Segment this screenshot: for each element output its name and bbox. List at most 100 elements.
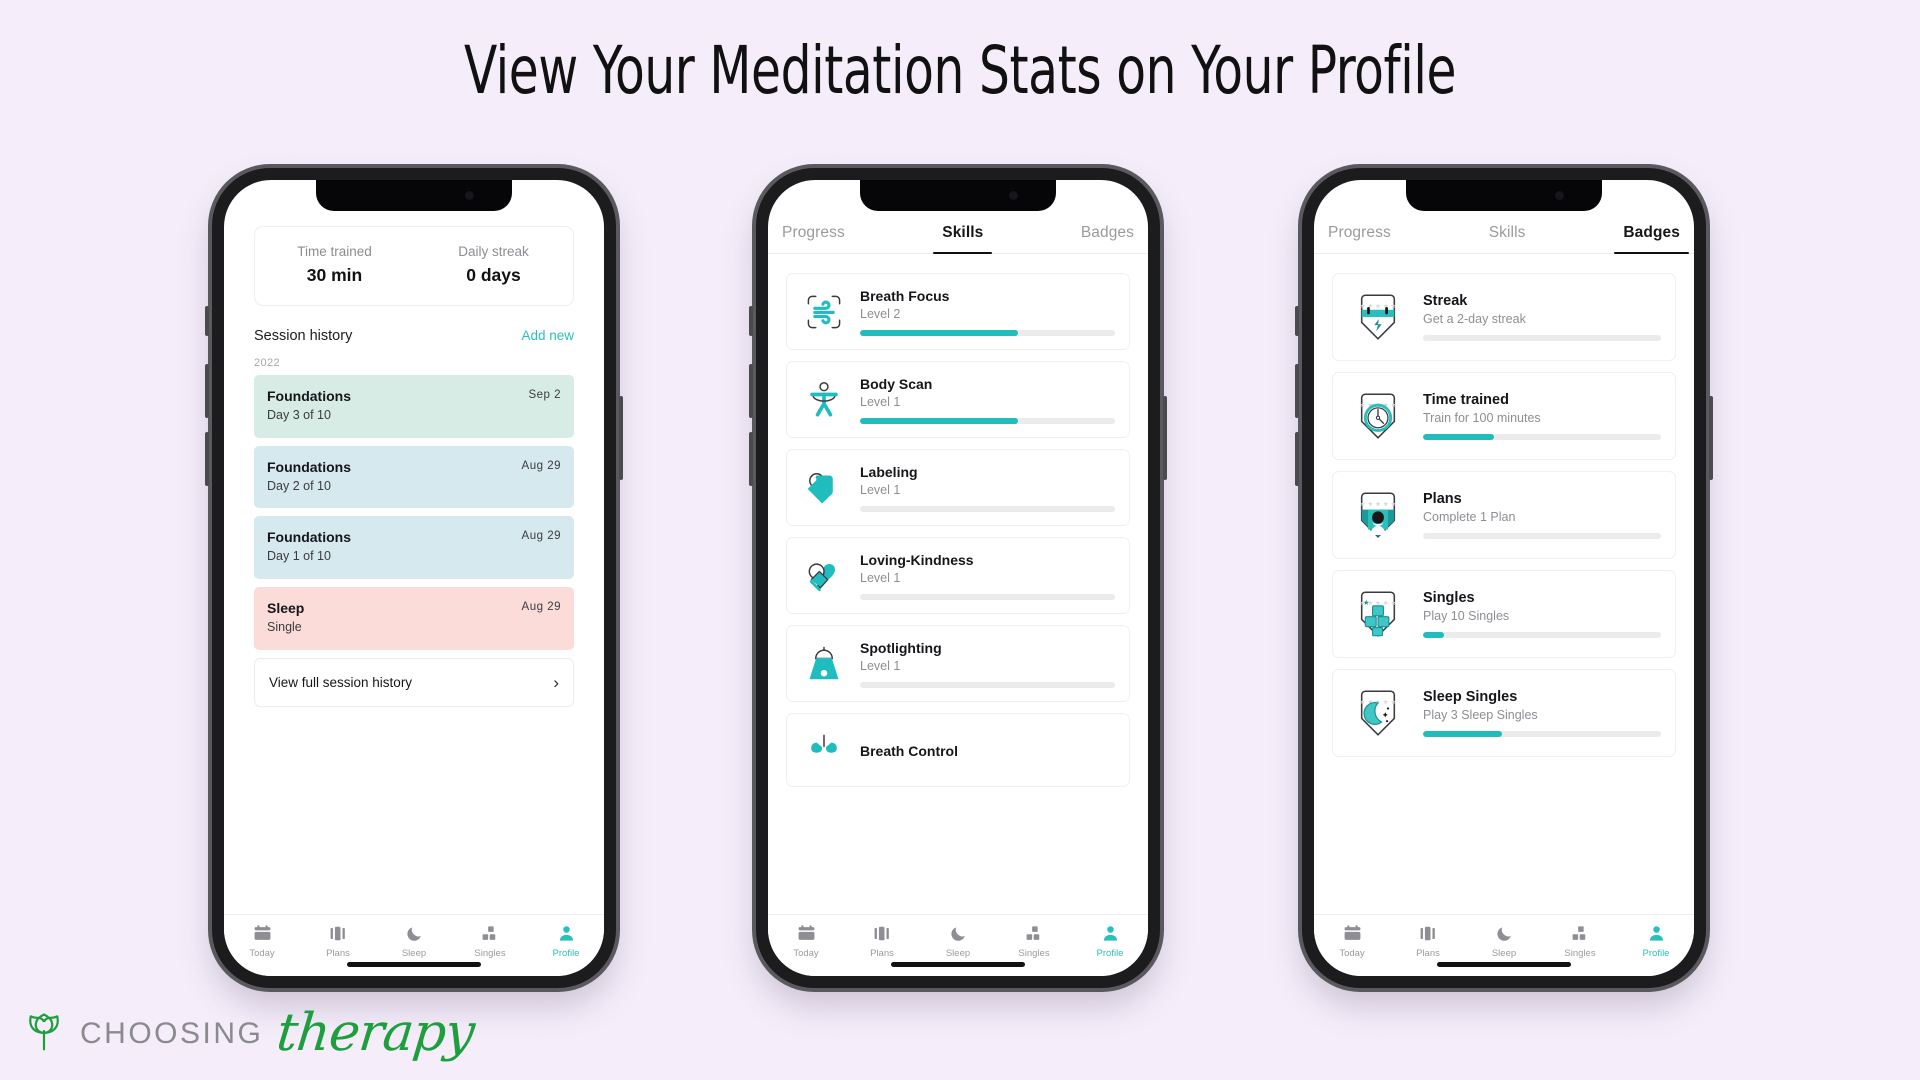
badge-progress-bar [1423, 533, 1661, 539]
camera-icon [465, 191, 474, 200]
badge-row[interactable]: ★ ★ ★ ★ ★ Time trained Train for 100 min… [1332, 372, 1676, 460]
skill-row[interactable]: Breath Focus Level 2 [786, 273, 1130, 350]
tab-progress[interactable]: Progress [1328, 224, 1391, 253]
skill-row[interactable]: Spotlighting Level 1 [786, 625, 1130, 702]
session-subtitle: Single [267, 619, 302, 634]
skill-row[interactable]: Body Scan Level 1 [786, 361, 1130, 438]
phone1-content: Time trained 30 min Daily streak 0 days … [224, 180, 604, 976]
stat-value: 0 days [466, 265, 521, 285]
volume-down-button[interactable] [749, 432, 753, 486]
session-row[interactable]: Foundations Day 2 of 10 Aug 29 [254, 445, 574, 509]
tabbar-item-profile[interactable]: Profile [1079, 923, 1141, 959]
home-indicator[interactable] [891, 962, 1025, 967]
power-button[interactable] [1163, 396, 1167, 480]
skills-list[interactable]: Breath Focus Level 2 Body Scan Level 1 L… [768, 262, 1148, 914]
view-full-session-history-button[interactable]: View full session history › [254, 657, 574, 707]
badges-list[interactable]: ★ ★ ★ ★ ★ Streak Get a 2-day streak ★ ★ … [1314, 262, 1694, 914]
badge-row[interactable]: ★ ★ ★ ★ ★ Streak Get a 2-day streak [1332, 273, 1676, 361]
badge-name: Sleep Singles [1423, 689, 1518, 705]
skill-level: Level 1 [860, 571, 901, 585]
camera-icon [1009, 191, 1018, 200]
blocks-icon [1549, 923, 1611, 944]
add-new-button[interactable]: Add new [521, 328, 574, 343]
handshake-heart-icon [801, 553, 847, 599]
skill-name: Loving-Kindness [860, 552, 974, 568]
mute-switch[interactable] [749, 306, 753, 336]
tabbar-item-plans[interactable]: Plans [851, 923, 913, 959]
tabbar-item-profile[interactable]: Profile [535, 923, 597, 959]
tabbar-item-today[interactable]: Today [1321, 923, 1383, 959]
tabbar-label: Profile [1642, 947, 1670, 959]
badge-row[interactable]: ★ ★ ★ ★ ★ ★ Singles Play 10 Singles [1332, 570, 1676, 658]
calendar-icon [231, 923, 293, 944]
moon-icon [1473, 923, 1535, 944]
badge-progress-bar [1423, 731, 1661, 737]
tabbar-item-plans[interactable]: Plans [307, 923, 369, 959]
volume-up-button[interactable] [1295, 364, 1299, 418]
tab-badges[interactable]: Badges [1614, 224, 1689, 254]
badge-blocks-icon: ★ ★ ★ ★ ★ ★ [1347, 583, 1409, 645]
session-title: Sleep [267, 599, 305, 616]
tabbar-item-singles[interactable]: Singles [459, 923, 521, 959]
home-indicator[interactable] [1437, 962, 1571, 967]
logo-script: therapy [274, 1003, 478, 1064]
badge-row[interactable]: ★ ★ ★ ★ ★ Sleep Singles Play 3 Sleep Sin… [1332, 669, 1676, 757]
volume-down-button[interactable] [1295, 432, 1299, 486]
moon-icon [927, 923, 989, 944]
tabbar-item-singles[interactable]: Singles [1003, 923, 1065, 959]
session-row[interactable]: Foundations Day 1 of 10 Aug 29 [254, 516, 574, 579]
session-title: Foundations [267, 529, 351, 546]
tabbar-item-profile[interactable]: Profile [1625, 923, 1687, 959]
session-row[interactable]: Foundations Day 3 of 10 Sep 2 [254, 375, 574, 438]
tabbar-label: Today [249, 947, 275, 959]
notch [1406, 180, 1602, 211]
badge-person-icon: ★ ★ ★ ★ ★ [1347, 484, 1409, 546]
skill-row[interactable]: Labeling Level 1 [786, 449, 1130, 526]
calendar-icon [775, 923, 837, 944]
home-indicator[interactable] [347, 962, 481, 967]
tabbar-item-sleep[interactable]: Sleep [927, 923, 989, 959]
tabbar-item-sleep[interactable]: Sleep [383, 923, 445, 959]
skill-row[interactable]: Loving-Kindness Level 1 [786, 537, 1130, 614]
phone3-screen: Progress Skills Badges ★ ★ ★ ★ ★ Streak … [1314, 180, 1694, 976]
badge-clock-icon: ★ ★ ★ ★ ★ [1347, 385, 1409, 447]
volume-up-button[interactable] [749, 364, 753, 418]
tabbar-item-sleep[interactable]: Sleep [1473, 923, 1535, 959]
power-button[interactable] [619, 396, 623, 480]
tabbar-label: Sleep [401, 947, 427, 959]
volume-up-button[interactable] [205, 364, 209, 418]
skill-name: Spotlighting [860, 640, 942, 656]
skill-level: Level 2 [860, 307, 901, 321]
volume-down-button[interactable] [205, 432, 209, 486]
tab-skills[interactable]: Skills [933, 224, 993, 254]
session-history-header: Session history Add new [254, 328, 574, 344]
badge-desc: Get a 2-day streak [1423, 312, 1526, 326]
tab-badges[interactable]: Badges [1081, 224, 1134, 253]
session-title: Foundations [267, 388, 351, 404]
tabbar-label: Profile [552, 947, 580, 959]
notch [316, 180, 512, 211]
tabbar-item-today[interactable]: Today [231, 923, 293, 959]
tab-progress[interactable]: Progress [782, 224, 845, 253]
stat-time-trained: Time trained 30 min [255, 244, 414, 286]
skill-row[interactable]: Breath Control [786, 713, 1130, 787]
tabbar-item-plans[interactable]: Plans [1397, 923, 1459, 959]
badge-desc: Play 3 Sleep Singles [1423, 708, 1538, 722]
tab-skills[interactable]: Skills [1489, 224, 1526, 253]
body-scan-icon [801, 377, 847, 423]
session-list: Foundations Day 3 of 10 Sep 2 Foundation… [254, 375, 574, 650]
session-title: Foundations [267, 458, 351, 475]
tabbar-item-singles[interactable]: Singles [1549, 923, 1611, 959]
badge-row[interactable]: ★ ★ ★ ★ ★ Plans Complete 1 Plan [1332, 471, 1676, 559]
mute-switch[interactable] [205, 306, 209, 336]
view-full-label: View full session history [269, 674, 413, 690]
tabbar-item-today[interactable]: Today [775, 923, 837, 959]
session-row[interactable]: Sleep Single Aug 29 [254, 586, 574, 650]
session-history-title: Session history [254, 328, 353, 344]
power-button[interactable] [1709, 396, 1713, 480]
badge-progress-bar [1423, 434, 1661, 440]
mute-switch[interactable] [1295, 306, 1299, 336]
person-icon [535, 923, 597, 944]
session-subtitle: Day 1 of 10 [267, 549, 331, 564]
session-date: Aug 29 [521, 459, 561, 472]
